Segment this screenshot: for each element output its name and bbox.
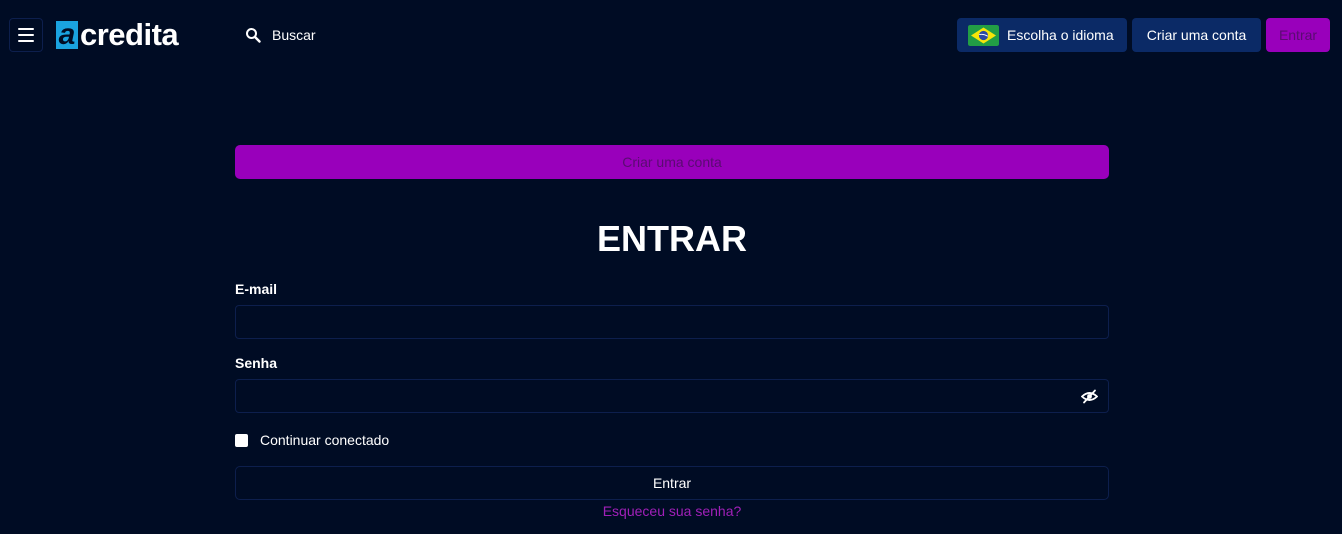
forgot-password-link[interactable]: Esqueceu sua senha? xyxy=(235,503,1109,519)
search-label: Buscar xyxy=(272,27,316,43)
remember-me-row: Continuar conectado xyxy=(235,432,1109,448)
email-field-wrapper xyxy=(235,305,1109,339)
logo-letter: a xyxy=(56,20,78,50)
password-field[interactable] xyxy=(236,380,1108,412)
email-field[interactable] xyxy=(236,306,1108,338)
password-label: Senha xyxy=(235,355,278,371)
brazil-flag-icon xyxy=(968,24,999,46)
create-account-header-label: Criar uma conta xyxy=(1146,27,1247,43)
menu-button[interactable] xyxy=(9,18,43,52)
login-header-button[interactable]: Entrar xyxy=(1266,18,1330,52)
top-header: a credita Buscar Escolha o idioma Criar … xyxy=(0,0,1342,70)
search-button[interactable]: Buscar xyxy=(245,24,316,46)
hamburger-icon xyxy=(18,28,34,30)
language-label: Escolha o idioma xyxy=(1007,27,1114,43)
language-select-button[interactable]: Escolha o idioma xyxy=(957,18,1127,52)
remember-me-checkbox[interactable] xyxy=(235,433,248,447)
site-logo[interactable]: a credita xyxy=(56,17,179,52)
login-form: Criar uma conta ENTRAR E-mail Senha Cont… xyxy=(235,145,1109,519)
remember-me-label: Continuar conectado xyxy=(260,432,390,448)
password-field-wrapper xyxy=(235,379,1109,413)
create-account-button[interactable]: Criar uma conta xyxy=(235,145,1109,179)
create-account-header-button[interactable]: Criar uma conta xyxy=(1132,18,1261,52)
email-label: E-mail xyxy=(235,281,278,297)
search-icon xyxy=(246,28,261,43)
logo-text: credita xyxy=(80,17,179,52)
login-submit-button[interactable]: Entrar xyxy=(235,466,1109,500)
eye-slash-icon[interactable] xyxy=(1081,389,1098,404)
page-title: ENTRAR xyxy=(597,218,747,259)
